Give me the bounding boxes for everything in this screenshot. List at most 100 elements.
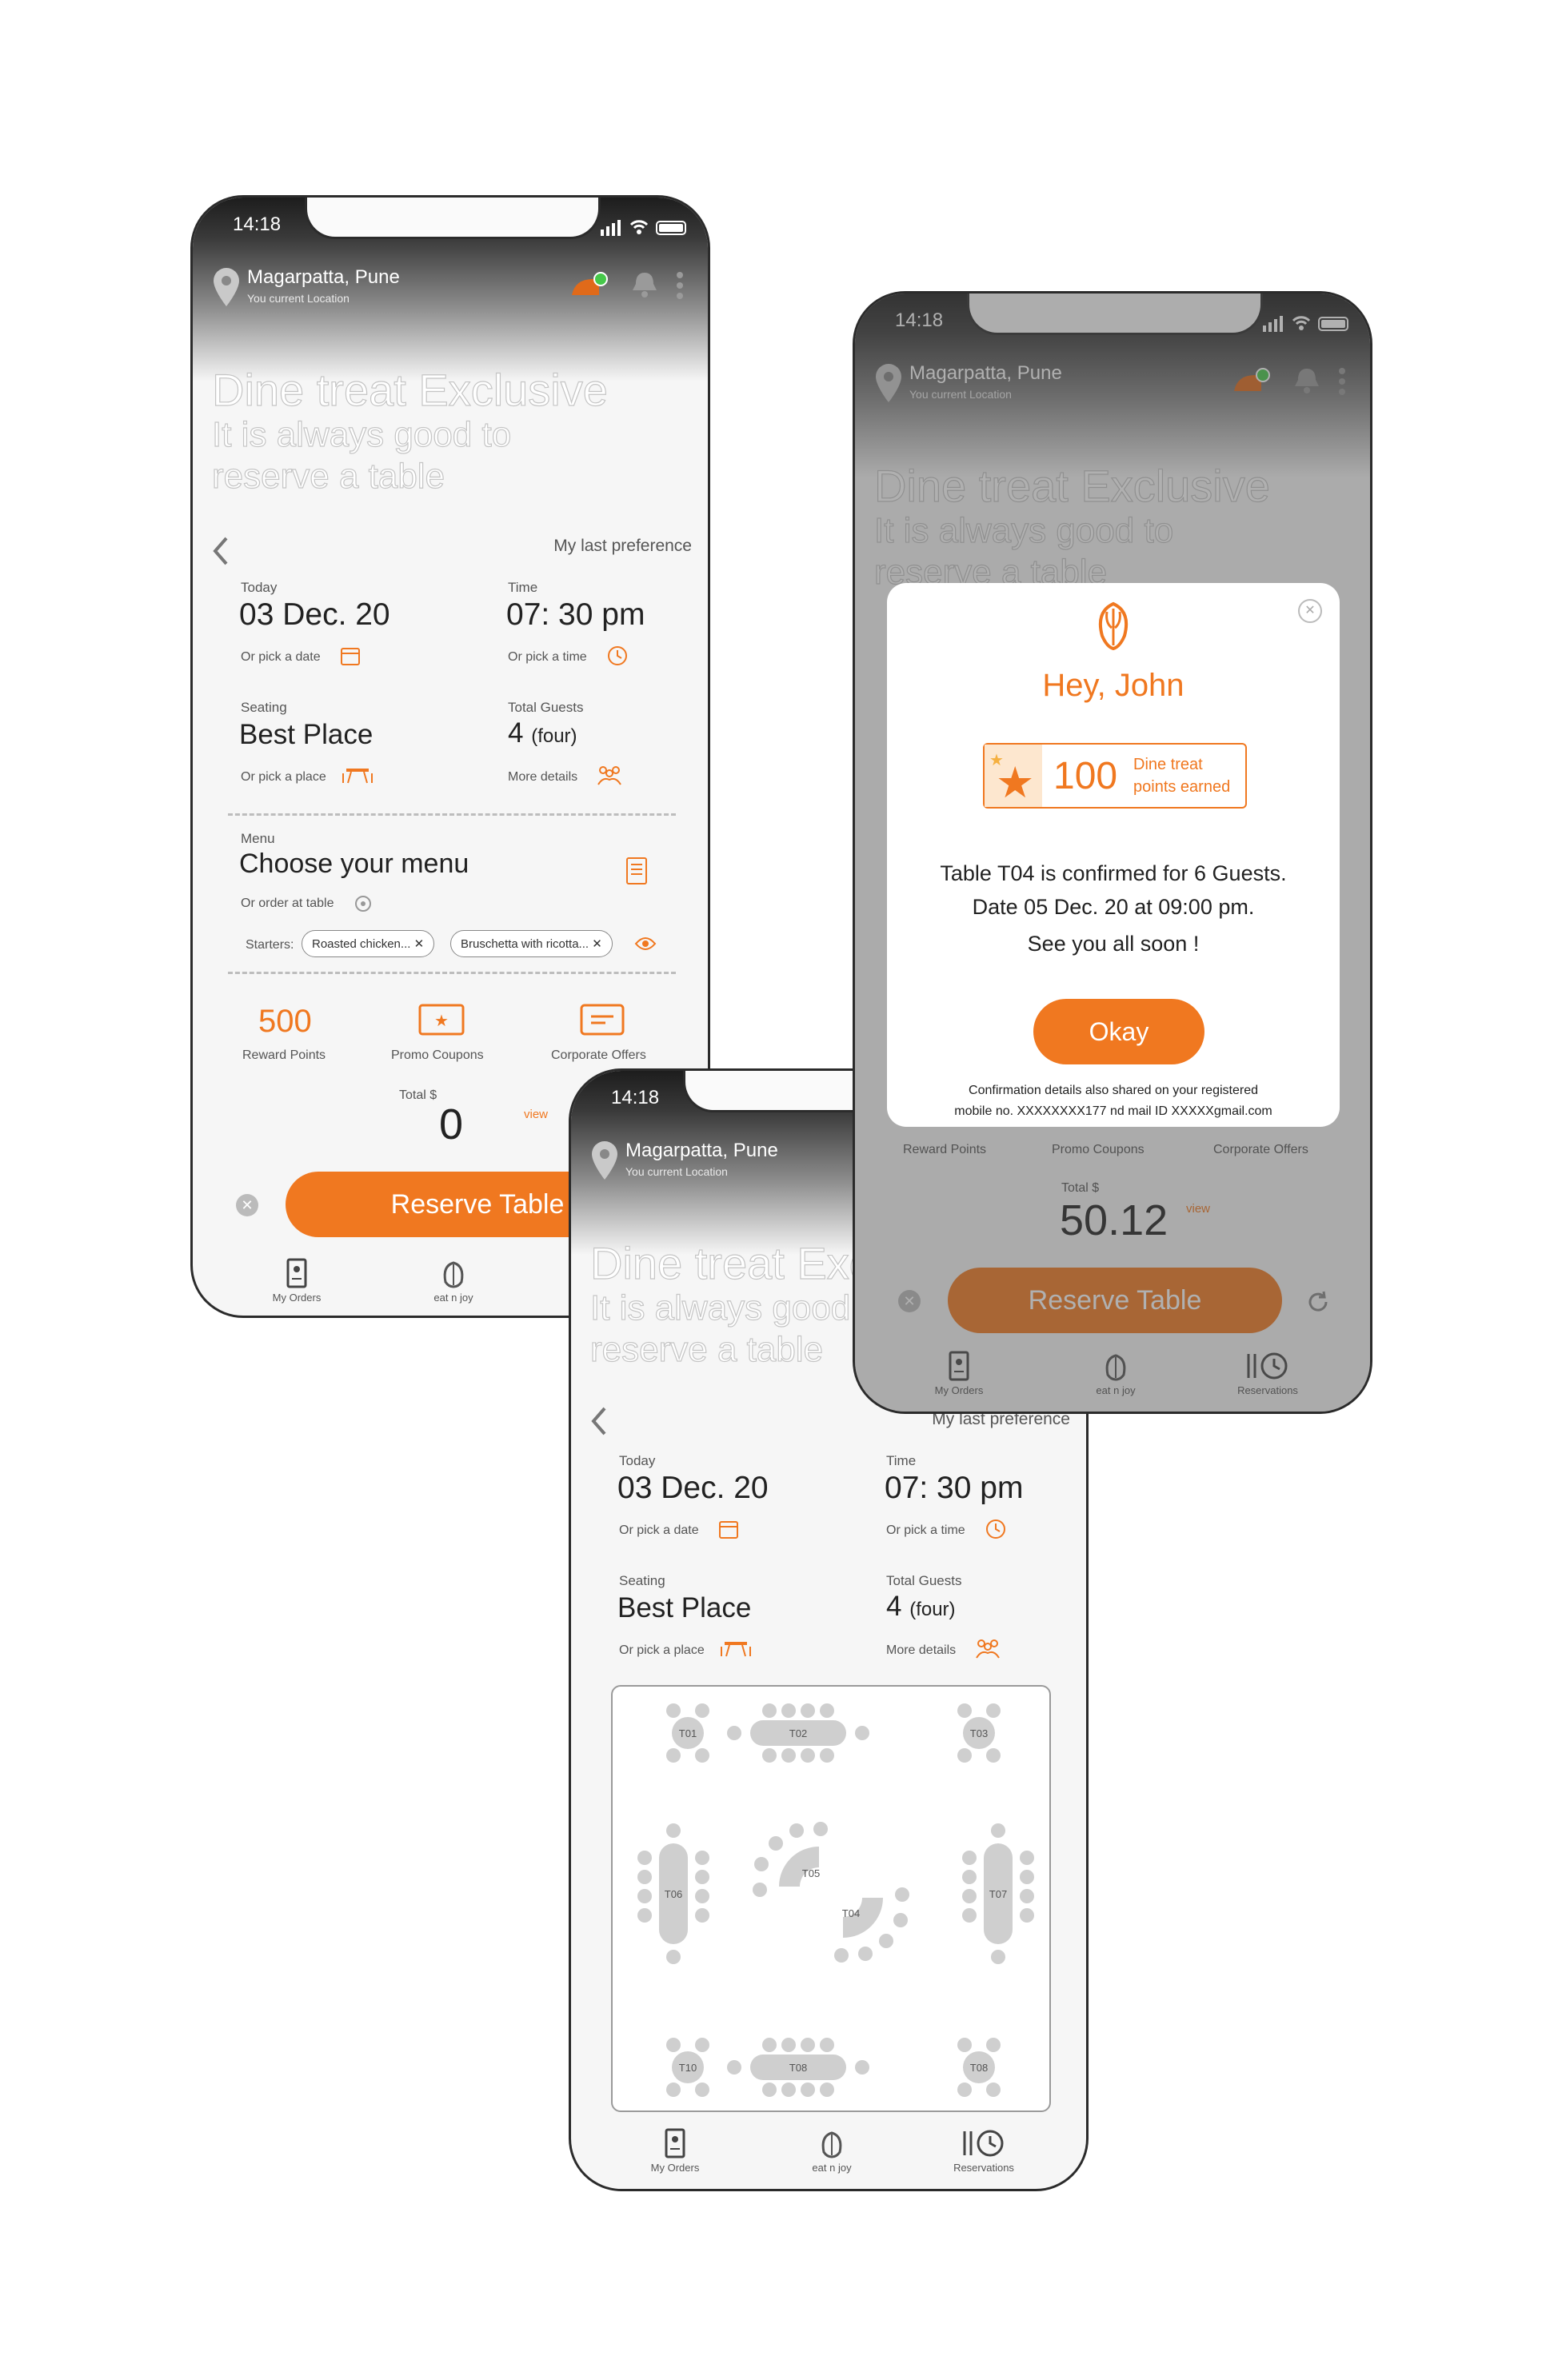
date-value[interactable]: 03 Dec. 20 — [239, 597, 390, 633]
table-t05[interactable] — [753, 1822, 828, 1897]
time-value[interactable]: 07: 30 pm — [506, 597, 645, 633]
confirmation-modal: ✕ Hey, John ★ ★ 100 Dine treat points ear… — [887, 583, 1340, 1127]
divider — [228, 972, 676, 974]
hero-title: Dine treat Exc — [589, 1237, 872, 1288]
cart-icon[interactable] — [569, 271, 617, 300]
more-details-link[interactable]: More details — [508, 770, 577, 785]
phone-confirmation: 14:18 Magarpatta, Pune You current Locat… — [853, 291, 1372, 1414]
menu-label: Menu — [241, 831, 275, 846]
pick-time-link[interactable]: Or pick a time — [508, 650, 587, 665]
pick-date-link[interactable]: Or pick a date — [241, 650, 321, 665]
table-label-t04: T04 — [842, 1907, 860, 1919]
promo-coupon-icon[interactable]: ★ — [418, 1004, 465, 1036]
location-subtitle: You current Location — [247, 292, 350, 305]
calendar-icon[interactable] — [340, 645, 361, 666]
more-details-link[interactable]: More details — [886, 1643, 956, 1658]
confirmation-note2: mobile no. XXXXXXXX177 nd mail ID XXXXXg… — [954, 1104, 1272, 1118]
guests-icon[interactable] — [596, 764, 623, 786]
guests-label: Total Guests — [886, 1573, 962, 1588]
total-label: Total $ — [399, 1088, 437, 1102]
info-icon[interactable] — [354, 895, 372, 912]
table-chairs-icon[interactable] — [342, 765, 374, 785]
clear-button[interactable]: ✕ — [236, 1194, 258, 1216]
nav-reservations[interactable]: Reservations — [928, 2128, 1040, 2174]
location-city[interactable]: Magarpatta, Pune — [247, 266, 400, 289]
total-value: 0 — [439, 1100, 464, 1148]
orders-book-icon — [286, 1258, 307, 1288]
location-pin-icon[interactable] — [589, 1140, 621, 1181]
guests-icon[interactable] — [974, 1637, 1001, 1659]
table-chairs-icon[interactable] — [720, 1639, 752, 1658]
corporate-offer-icon[interactable] — [580, 1004, 625, 1036]
reward-points-value[interactable]: 500 — [258, 1004, 312, 1040]
cutlery-hands-icon — [443, 1261, 464, 1288]
confirmation-note1: Confirmation details also shared on your… — [969, 1084, 1258, 1097]
seating-value[interactable]: Best Place — [239, 719, 373, 751]
table-label-t06: T06 — [665, 1888, 682, 1900]
more-menu-icon[interactable] — [676, 271, 684, 300]
promo-coupons-label: Promo Coupons — [391, 1048, 484, 1062]
location-subtitle: You current Location — [625, 1165, 728, 1178]
svg-text:★: ★ — [434, 1012, 449, 1030]
corporate-offers-label: Corporate Offers — [551, 1048, 646, 1062]
table-label-t01: T01 — [679, 1727, 697, 1739]
confirmation-line3: See you all soon ! — [1027, 932, 1200, 956]
nav-my-orders[interactable]: My Orders — [241, 1258, 353, 1304]
nav-my-orders[interactable]: My Orders — [619, 2128, 731, 2174]
seating-floor-plan: T01 T02 T03 T05 T06 T04 T07 T10 T08 T08 — [637, 1703, 1034, 2097]
seating-value[interactable]: Best Place — [617, 1592, 751, 1624]
table-label-t02: T02 — [789, 1727, 807, 1739]
pick-place-link[interactable]: Or pick a place — [241, 770, 326, 785]
table-label-t10: T10 — [679, 2062, 697, 2074]
status-icons — [601, 220, 686, 236]
pick-time-link[interactable]: Or pick a time — [886, 1523, 965, 1538]
pick-date-link[interactable]: Or pick a date — [619, 1523, 699, 1538]
pick-place-link[interactable]: Or pick a place — [619, 1643, 705, 1658]
last-preference-link[interactable]: My last preference — [553, 537, 692, 556]
guests-count[interactable]: 4 (four) — [508, 717, 577, 749]
nav-eat-n-joy[interactable]: eat n joy — [776, 2128, 888, 2174]
starter-chip-roasted-chicken[interactable]: Roasted chicken... ✕ — [302, 930, 435, 957]
seating-map-popup: T01 T02 T03 T05 T06 T04 T07 T10 T08 T08 — [611, 1685, 1051, 2112]
nav-eat-n-joy[interactable]: eat n joy — [397, 1258, 509, 1304]
points-line2: points earned — [1133, 778, 1231, 796]
points-value: 100 — [1053, 755, 1118, 797]
seating-label: Seating — [241, 700, 287, 715]
guests-label: Total Guests — [508, 700, 584, 715]
cutlery-hands-icon — [821, 2131, 842, 2158]
okay-button[interactable]: Okay — [1033, 999, 1204, 1064]
starter-chip-bruschetta[interactable]: Bruschetta with ricotta... ✕ — [450, 930, 613, 957]
bell-icon[interactable] — [631, 270, 658, 300]
divider — [228, 813, 676, 816]
location-pin-icon[interactable] — [210, 266, 242, 308]
location-city[interactable]: Magarpatta, Pune — [625, 1140, 778, 1162]
calendar-icon[interactable] — [718, 1519, 739, 1539]
confirmation-line2: Date 05 Dec. 20 at 09:00 pm. — [972, 895, 1255, 919]
svg-text:★: ★ — [989, 752, 1004, 769]
table-label-t03: T03 — [970, 1727, 988, 1739]
table-label-t08-center: T08 — [789, 2062, 807, 2074]
order-at-table-link[interactable]: Or order at table — [241, 896, 334, 911]
close-modal-button[interactable]: ✕ — [1298, 599, 1322, 623]
eye-icon[interactable] — [634, 936, 657, 951]
time-value[interactable]: 07: 30 pm — [885, 1471, 1023, 1506]
table-label-t05: T05 — [802, 1867, 820, 1879]
back-chevron-icon[interactable] — [587, 1405, 611, 1437]
date-value[interactable]: 03 Dec. 20 — [617, 1471, 769, 1506]
hero-line1: It is always good — [589, 1288, 851, 1328]
seating-label: Seating — [619, 1573, 665, 1588]
status-time: 14:18 — [611, 1087, 660, 1108]
table-t04[interactable] — [834, 1887, 909, 1963]
hero-line2: reserve a table — [589, 1329, 824, 1369]
menu-card-icon[interactable] — [625, 857, 649, 885]
back-chevron-icon[interactable] — [209, 535, 233, 567]
clock-icon[interactable] — [607, 645, 628, 666]
clock-icon[interactable] — [985, 1519, 1006, 1539]
phone-notch — [305, 198, 601, 239]
guests-count[interactable]: 4 (four) — [886, 1591, 956, 1623]
view-total-link[interactable]: view — [524, 1108, 548, 1121]
menu-title[interactable]: Choose your menu — [239, 849, 469, 880]
starters-label: Starters: — [246, 938, 294, 952]
date-label: Today — [241, 580, 278, 595]
status-time: 14:18 — [233, 214, 282, 235]
